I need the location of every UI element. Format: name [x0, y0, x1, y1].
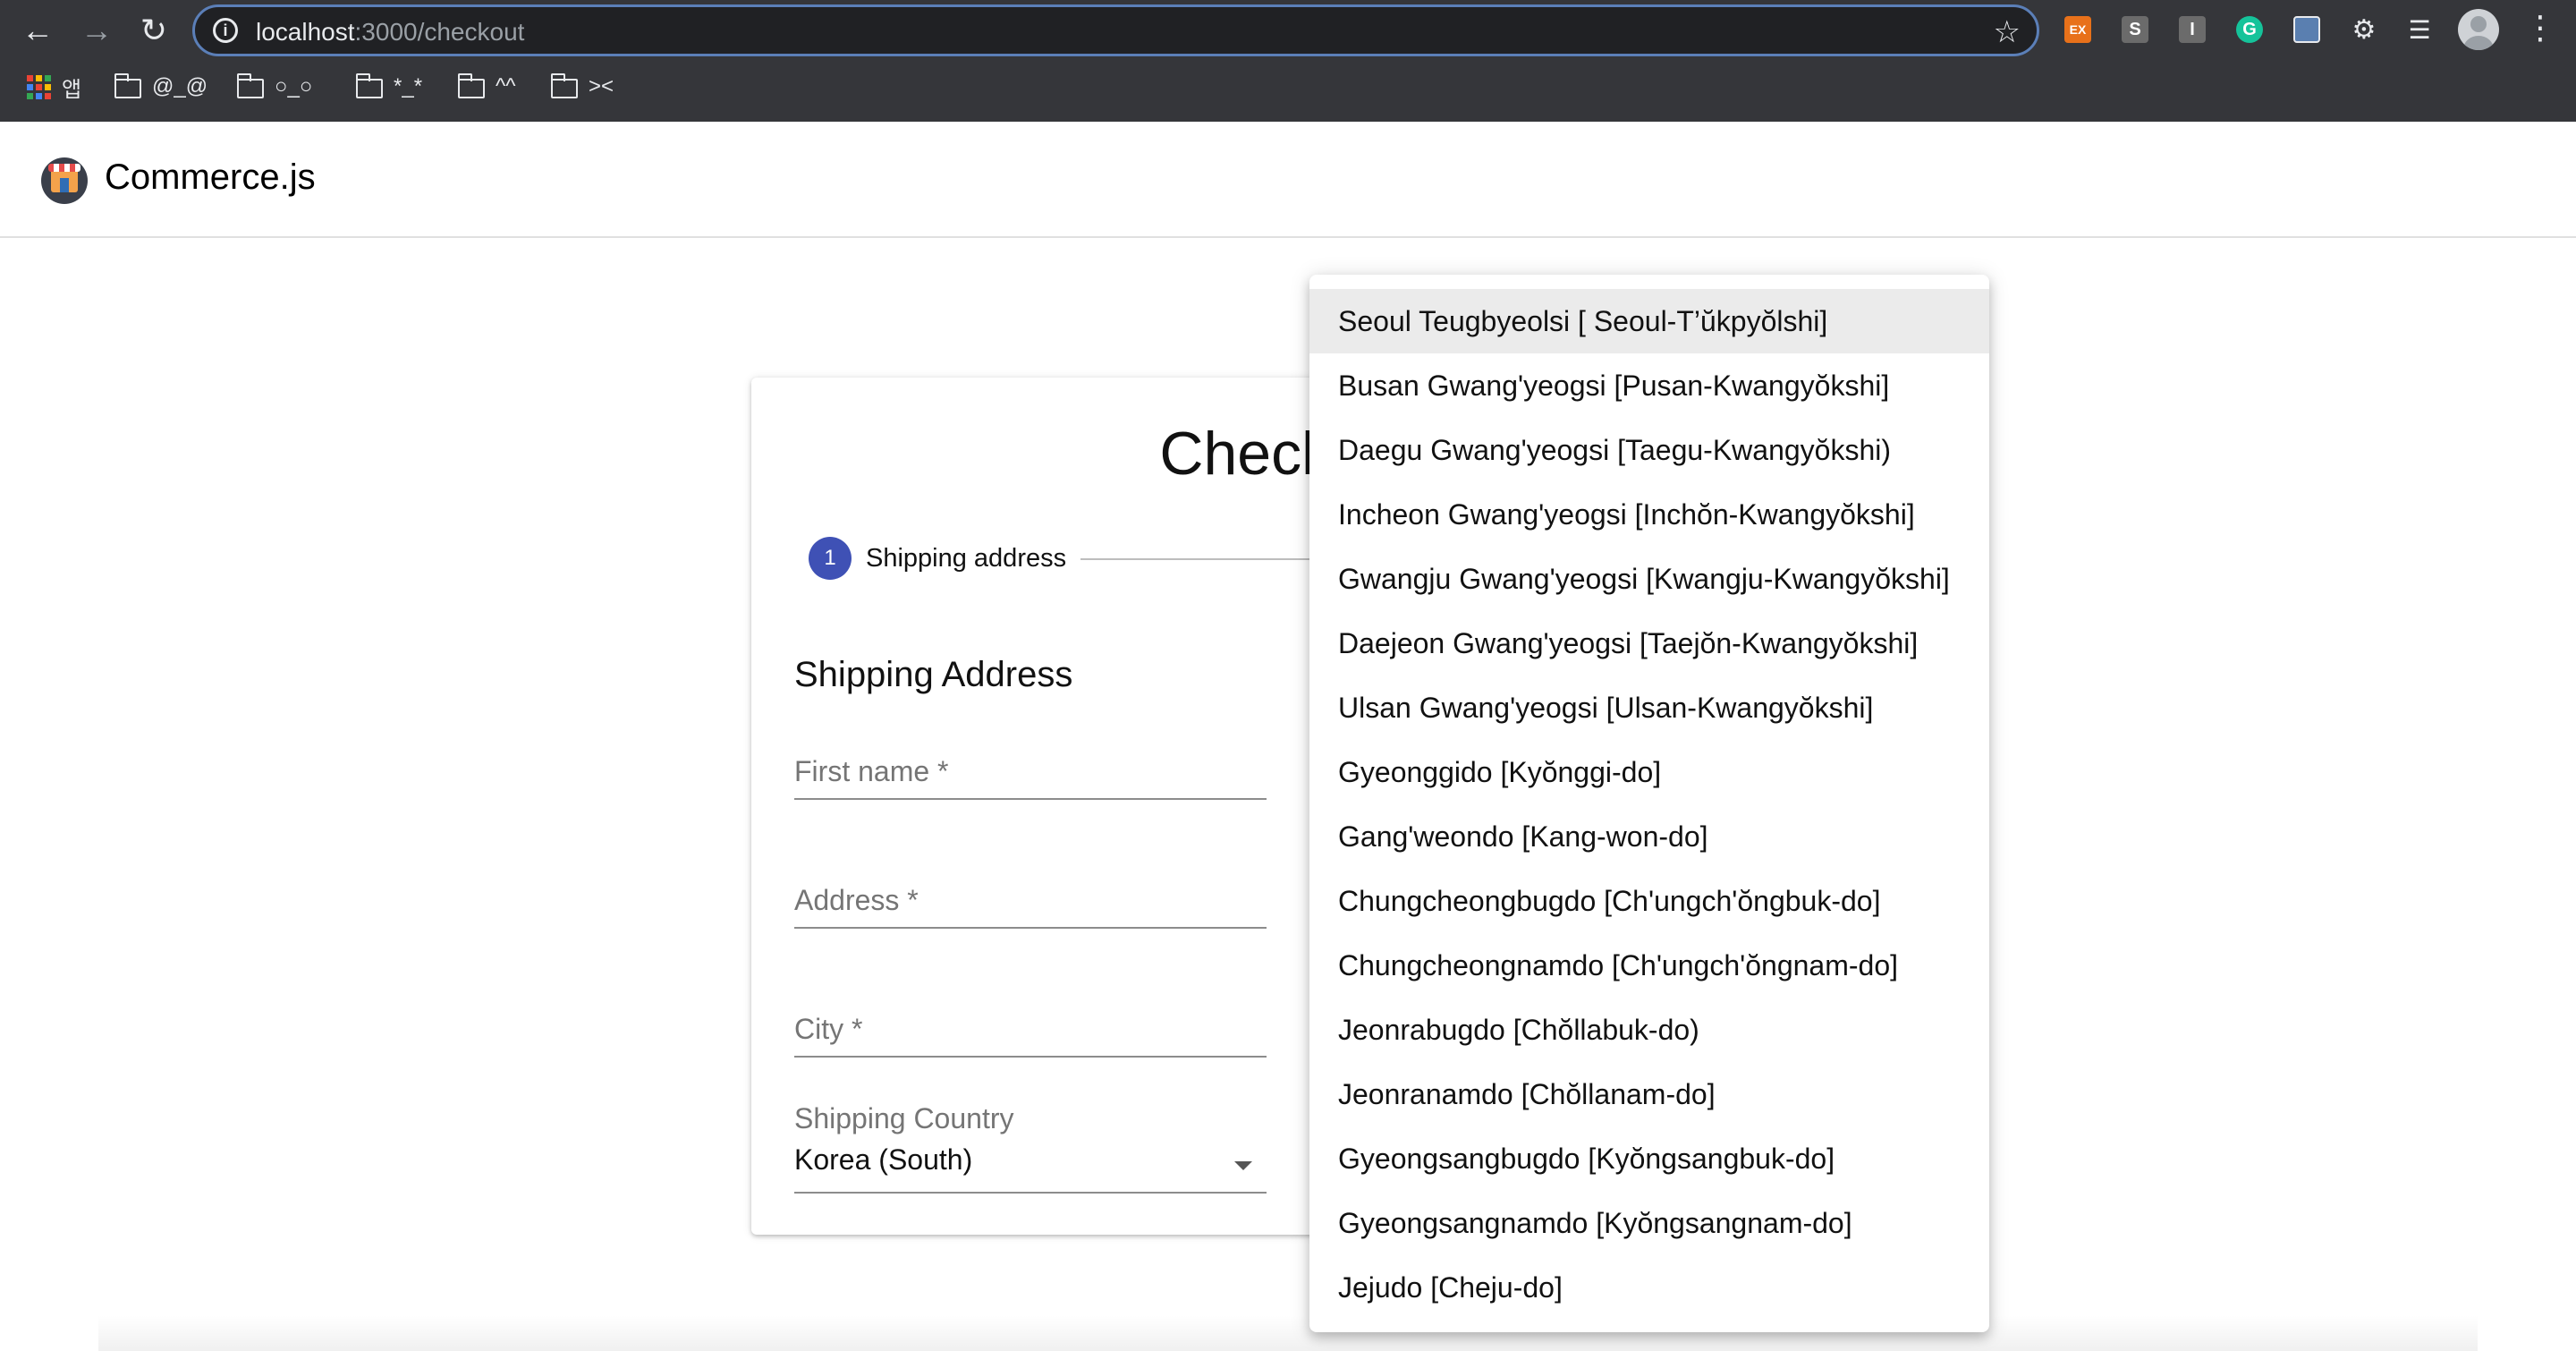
folder-icon: [114, 73, 141, 98]
forward-icon[interactable]: →: [77, 11, 116, 50]
city-field[interactable]: City *: [794, 1004, 1267, 1058]
browser-menu-icon[interactable]: ⋮: [2524, 9, 2556, 47]
city-label: City *: [794, 1013, 863, 1045]
bookmark-folder[interactable]: ○_○: [236, 72, 313, 102]
folder-icon: [236, 73, 264, 98]
bookmark-folder[interactable]: ><: [550, 72, 614, 102]
bookmark-star-icon[interactable]: ☆: [1994, 14, 2021, 50]
bookmark-label: ^^: [496, 74, 516, 98]
dropdown-arrow-icon[interactable]: [1234, 1161, 1252, 1170]
subdivision-option[interactable]: Gyeonggido [Kyŏnggi-do]: [1309, 740, 1989, 804]
ex-extension-label: EX: [2069, 22, 2087, 37]
reload-icon[interactable]: ↻: [134, 11, 174, 50]
bookmark-label: @_@: [152, 74, 208, 98]
first-name-field[interactable]: First name *: [794, 746, 1267, 800]
step-label: Shipping address: [866, 544, 1067, 573]
folder-icon: [550, 73, 578, 98]
subdivision-option[interactable]: Gang'weondo [Kang-won-do]: [1309, 804, 1989, 869]
url-host: localhost: [256, 18, 355, 46]
bookmark-label: *_*: [394, 74, 423, 98]
subdivision-option[interactable]: Seoul Teugbyeolsi [ Seoul-T’ŭkpyŏlshi]: [1309, 289, 1989, 353]
subdivision-option[interactable]: Chungcheongbugdo [Ch'ungch'ŏngbuk-do]: [1309, 869, 1989, 933]
folder-icon: [355, 73, 383, 98]
bookmark-folder[interactable]: @_@: [114, 72, 208, 102]
subdivision-option[interactable]: Gyeongsangnamdo [Kyŏngsangnam-do]: [1309, 1191, 1989, 1255]
bookmark-label: ><: [589, 74, 614, 98]
section-title: Shipping Address: [794, 655, 1073, 694]
step-number-badge: 1: [809, 537, 852, 580]
address-field[interactable]: Address *: [794, 875, 1267, 929]
profile-avatar-icon[interactable]: [2458, 9, 2499, 50]
bookmark-label: ○_○: [275, 74, 313, 98]
first-name-label: First name *: [794, 755, 949, 787]
i-extension-icon[interactable]: I: [2179, 16, 2206, 43]
subdivision-option[interactable]: Busan Gwang'yeogsi [Pusan-Kwangyŏkshi]: [1309, 353, 1989, 418]
i-extension-label: I: [2190, 19, 2195, 39]
folder-icon: [457, 73, 485, 98]
subdivision-option[interactable]: Gwangju Gwang'yeogsi [Kwangju-Kwangyŏksh…: [1309, 547, 1989, 611]
address-label: Address *: [794, 884, 919, 916]
bookmark-apps[interactable]: 앱: [27, 72, 81, 102]
grammarly-label: G: [2242, 19, 2257, 39]
subdivision-option[interactable]: Daejeon Gwang'yeogsi [Taejŏn-Kwangyŏkshi…: [1309, 611, 1989, 676]
subdivision-option[interactable]: Jeonranamdo [Chŏllanam-do]: [1309, 1062, 1989, 1126]
subdivision-option[interactable]: Ulsan Gwang'yeogsi [Ulsan-Kwangyŏkshi]: [1309, 676, 1989, 740]
browser-toolbar: ← → ↻ i localhost:3000/checkout ☆ EX S I…: [0, 0, 2576, 122]
subdivision-option[interactable]: Jeonrabugdo [Chŏllabuk-do): [1309, 998, 1989, 1062]
brand-title[interactable]: Commerce.js: [105, 157, 316, 198]
url-path: :3000/checkout: [354, 18, 525, 46]
url-text[interactable]: localhost:3000/checkout: [256, 18, 524, 47]
site-info-icon[interactable]: i: [213, 18, 238, 43]
address-bar[interactable]: i localhost:3000/checkout ☆: [192, 4, 2039, 56]
s-extension-label: S: [2129, 19, 2141, 39]
subdivision-option[interactable]: Jejudo [Cheju-do]: [1309, 1255, 1989, 1320]
footer-shadow: [98, 1315, 2478, 1351]
grammarly-icon[interactable]: G: [2236, 16, 2263, 43]
bookmark-folder[interactable]: *_*: [355, 72, 423, 102]
store-logo-icon[interactable]: [41, 157, 88, 204]
shipping-country-value: Korea (South): [794, 1143, 973, 1176]
subdivision-option[interactable]: Gyeongsangbugdo [Kyŏngsangbuk-do]: [1309, 1126, 1989, 1191]
app-header: Commerce.js: [0, 122, 2576, 238]
bookmarks-bar: 앱 @_@ ○_○ *_* ^^ ><: [0, 66, 2576, 107]
ex-extension-icon[interactable]: EX: [2064, 16, 2091, 43]
subdivision-dropdown-menu[interactable]: Seoul Teugbyeolsi [ Seoul-T’ŭkpyŏlshi] B…: [1309, 275, 1989, 1332]
apps-grid-icon: [27, 74, 51, 99]
bookmark-folder[interactable]: ^^: [457, 72, 516, 102]
media-queue-icon[interactable]: ☰: [2406, 16, 2433, 44]
shipping-country-select[interactable]: Shipping Country Korea (South): [794, 1102, 1267, 1194]
shipping-country-label: Shipping Country: [794, 1102, 1014, 1134]
bookmark-label: 앱: [62, 77, 82, 102]
subdivision-option[interactable]: Chungcheongnamdo [Ch'ungch'ŏngnam-do]: [1309, 933, 1989, 998]
subdivision-option[interactable]: Incheon Gwang'yeogsi [Inchŏn-Kwangyŏkshi…: [1309, 482, 1989, 547]
s-extension-icon[interactable]: S: [2122, 16, 2148, 43]
back-icon[interactable]: ←: [18, 11, 57, 50]
image-extension-icon[interactable]: [2293, 16, 2320, 43]
extensions-puzzle-icon[interactable]: ⚙: [2351, 15, 2377, 45]
subdivision-option[interactable]: Daegu Gwang'yeogsi [Taegu-Kwangyŏkshi): [1309, 418, 1989, 482]
